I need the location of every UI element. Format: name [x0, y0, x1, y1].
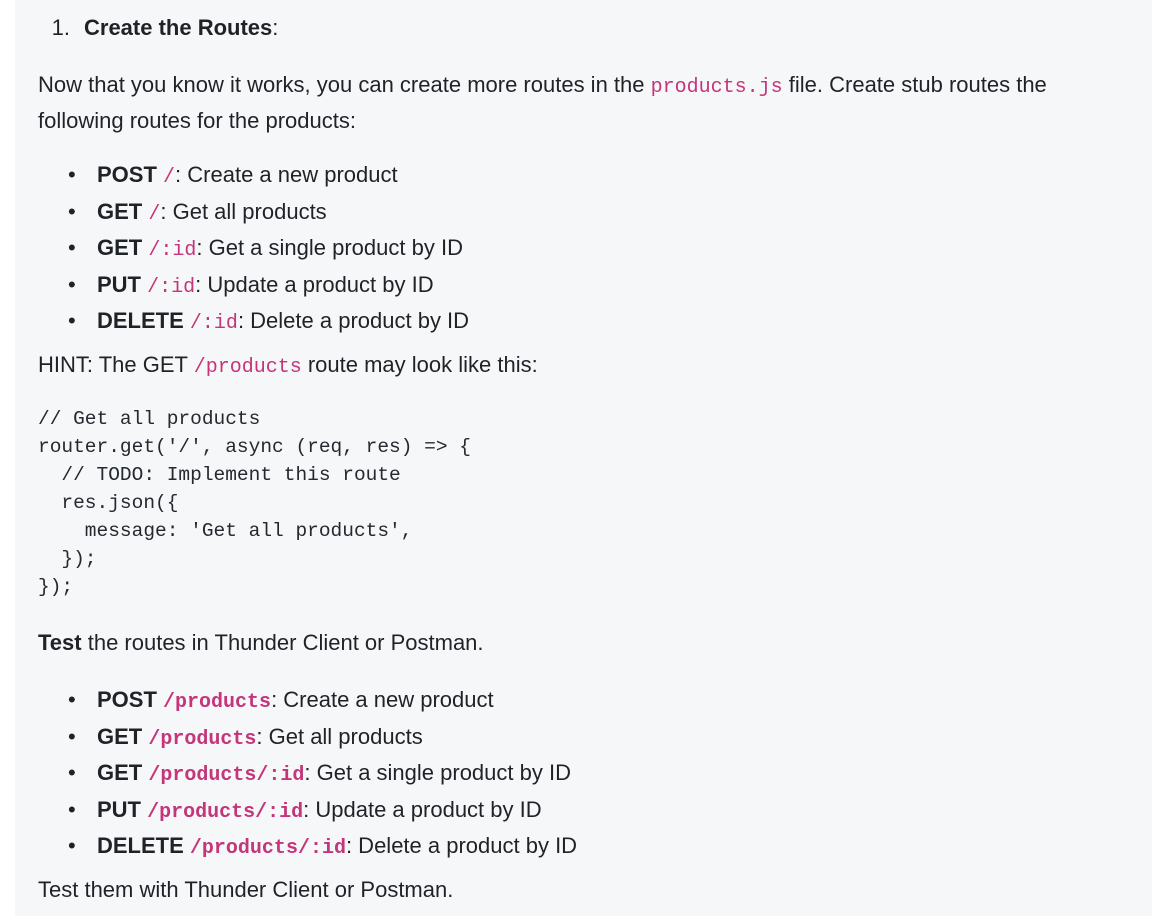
- route-path: /:id: [147, 275, 196, 299]
- route-description: : Create a new product: [271, 687, 494, 712]
- list-item: • POST /products: Create a new product: [38, 683, 577, 720]
- test-routes-list: • POST /products: Create a new product • GE…: [38, 683, 577, 866]
- bullet-icon: •: [68, 198, 76, 224]
- list-item: • GET /products/:id: Get a single product…: [38, 756, 577, 793]
- http-method: POST: [97, 162, 157, 187]
- route-description: : Get a single product by ID: [196, 235, 463, 260]
- inline-code-filename: products.js: [650, 76, 783, 99]
- list-item: • GET /:id: Get a single product by ID: [38, 231, 469, 268]
- list-item: • GET /products: Get all products: [38, 720, 577, 757]
- route-path: /: [148, 202, 161, 226]
- list-item: • POST /: Create a new product: [38, 158, 469, 195]
- route-path: /products/:id: [147, 800, 304, 824]
- route-path: /products: [163, 691, 272, 714]
- bullet-icon: •: [68, 796, 76, 822]
- bullet-icon: •: [68, 308, 76, 333]
- bullet-icon: •: [68, 687, 76, 712]
- code-block: // Get all products router.get('/', asyn…: [38, 408, 471, 598]
- route-path: /:id: [189, 312, 238, 335]
- bullet-icon: •: [68, 760, 76, 785]
- stub-routes-list: • POST /: Create a new product • GET /: Get…: [38, 158, 469, 341]
- route-path: /: [163, 166, 176, 189]
- list-item: • PUT /products/:id: Update a product by …: [38, 793, 577, 830]
- http-method: POST: [97, 687, 157, 712]
- route-description: : Get a single product by ID: [304, 760, 571, 785]
- route-description: : Update a product by ID: [303, 796, 542, 822]
- http-method: DELETE: [97, 308, 184, 333]
- test-intro-paragraph: Test the routes in Thunder Client or Pos…: [38, 626, 484, 659]
- list-item: • DELETE /:id: Delete a product by ID: [38, 304, 469, 341]
- http-method: PUT: [97, 796, 141, 822]
- route-path: /products/:id: [148, 764, 305, 787]
- http-method: PUT: [97, 271, 141, 297]
- bullet-icon: •: [68, 833, 76, 858]
- step-number: 1.: [51, 15, 70, 40]
- closing-paragraph: Test them with Thunder Client or Postman…: [38, 877, 454, 902]
- list-item: • GET /: Get all products: [38, 195, 469, 232]
- route-description: : Update a product by ID: [195, 271, 434, 297]
- inline-code-path: /products: [193, 356, 302, 379]
- route-path: /products/:id: [189, 837, 346, 860]
- route-description: : Create a new product: [175, 162, 398, 187]
- http-method: DELETE: [97, 833, 184, 858]
- step-heading: 1. Create the Routes:: [38, 11, 279, 44]
- http-method: GET: [97, 235, 143, 260]
- route-description: : Get all products: [256, 723, 423, 749]
- step-title: Create the Routes: [84, 15, 273, 40]
- test-intro-bold: Test: [38, 630, 82, 655]
- route-description: : Delete a product by ID: [345, 833, 578, 858]
- step-title-suffix: :: [272, 15, 279, 40]
- route-description: : Delete a product by ID: [237, 308, 470, 333]
- http-method: GET: [97, 198, 143, 224]
- hint-text-after: route may look like this:: [301, 352, 538, 377]
- test-intro-text: the routes in Thunder Client or Postman.: [81, 630, 484, 655]
- document-panel: 1. Create the Routes: Now that you know i…: [15, 0, 1152, 916]
- http-method: GET: [97, 760, 143, 785]
- http-method: GET: [97, 723, 143, 749]
- bullet-icon: •: [68, 162, 76, 187]
- bullet-icon: •: [68, 271, 76, 297]
- hint-text-before: HINT: The GET: [38, 352, 194, 377]
- route-path: /:id: [148, 239, 197, 262]
- intro-text-before: Now that you know it works, you can crea…: [38, 72, 651, 97]
- bullet-icon: •: [68, 235, 76, 260]
- hint-paragraph: HINT: The GET /products route may look l…: [38, 348, 538, 384]
- list-item: • PUT /:id: Update a product by ID: [38, 268, 469, 305]
- bullet-icon: •: [68, 723, 76, 749]
- intro-paragraph: Now that you know it works, you can crea…: [38, 68, 1118, 137]
- route-path: /products: [148, 727, 257, 751]
- list-item: • DELETE /products/:id: Delete a product …: [38, 829, 577, 866]
- route-description: : Get all products: [160, 198, 327, 224]
